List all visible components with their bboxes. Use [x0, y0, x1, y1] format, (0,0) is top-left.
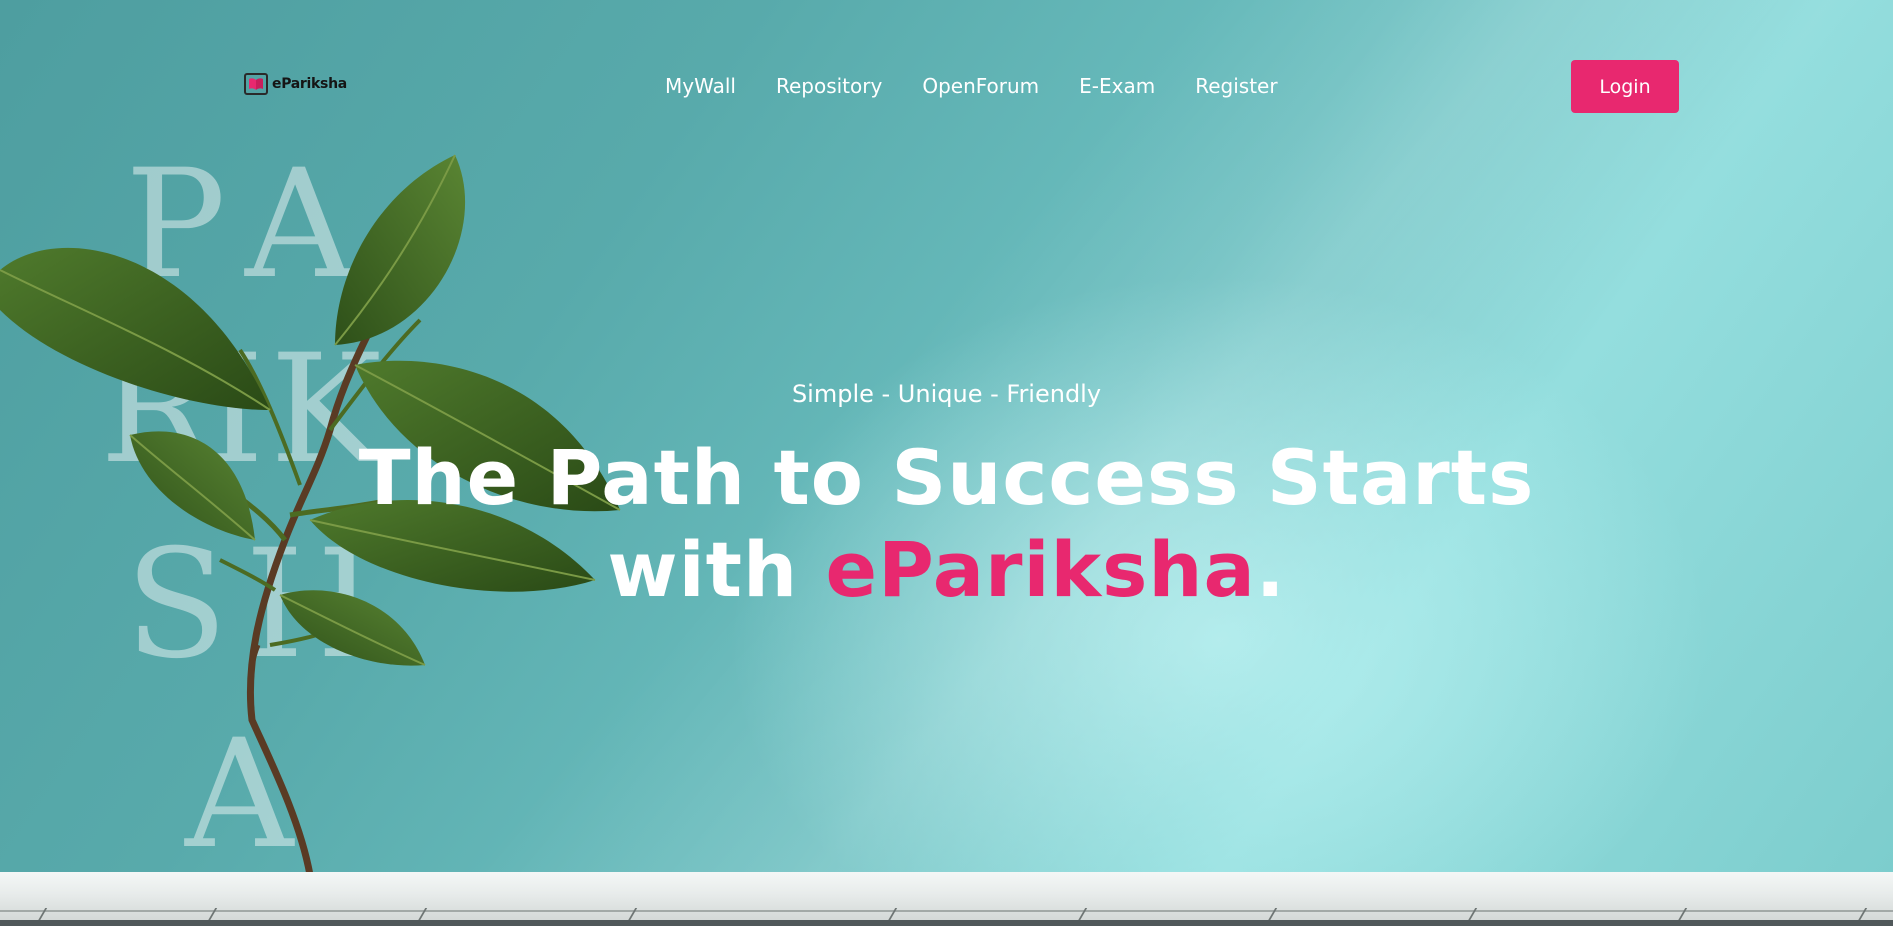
nav-item-mywall[interactable]: MyWall	[665, 74, 736, 98]
hero-headline: The Path to Success Starts with ePariksh…	[0, 432, 1893, 616]
main-menu: MyWall Repository OpenForum E-Exam Regis…	[665, 74, 1318, 98]
nav-item-openforum[interactable]: OpenForum	[922, 74, 1039, 98]
hero-section: P A R I K S H A	[0, 0, 1893, 926]
floor	[0, 872, 1893, 926]
headline-brand: eParikshа	[825, 525, 1256, 614]
headline-period: .	[1255, 525, 1286, 614]
logo-text: eParikshа	[272, 76, 347, 92]
floor-divider	[0, 910, 1893, 912]
headline-line-1: The Path to Success Starts	[358, 433, 1535, 522]
open-book-icon	[244, 73, 268, 95]
headline-with: with	[607, 525, 826, 614]
site-logo[interactable]: eParikshа	[244, 73, 347, 95]
hero-tagline: Simple - Unique - Friendly	[791, 380, 1102, 408]
floor-baseboard	[0, 920, 1893, 926]
nav-item-e-exam[interactable]: E-Exam	[1079, 74, 1155, 98]
nav-item-register[interactable]: Register	[1195, 74, 1277, 98]
login-button[interactable]: Login	[1571, 60, 1679, 113]
top-navbar: eParikshа MyWall Repository OpenForum E-…	[0, 0, 1893, 120]
nav-item-repository[interactable]: Repository	[776, 74, 882, 98]
